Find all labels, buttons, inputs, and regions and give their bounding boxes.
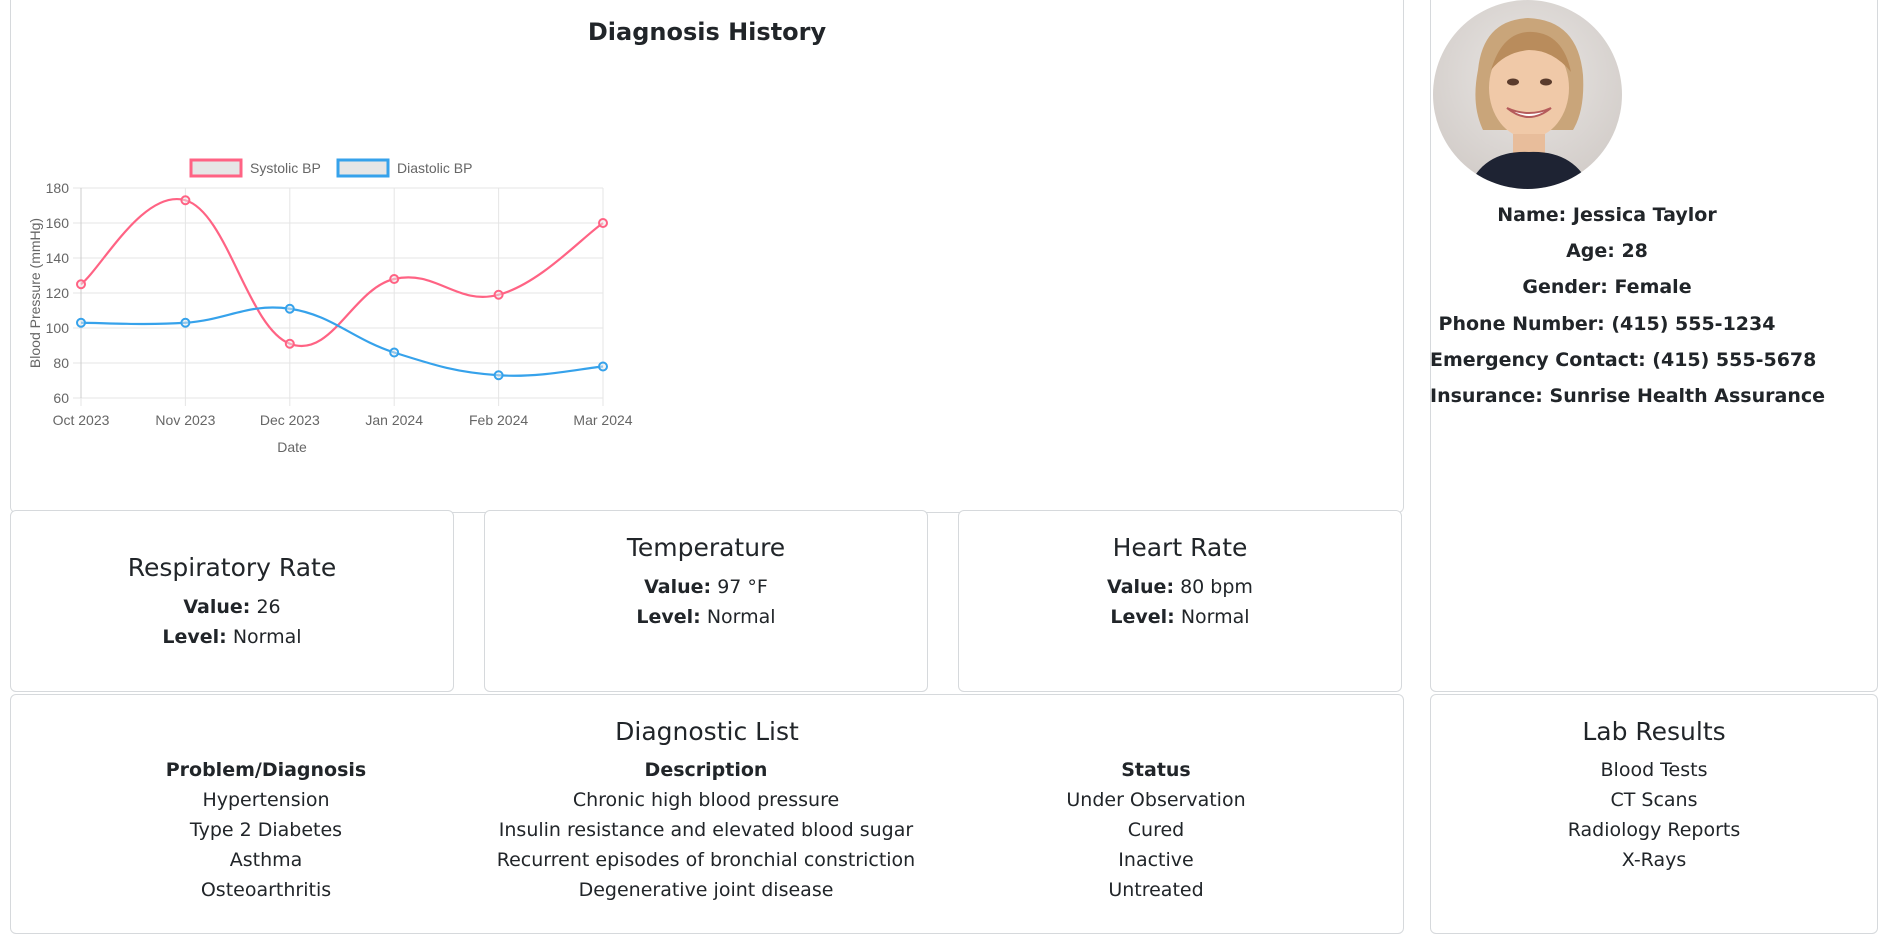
data-point [598, 218, 608, 228]
table-cell: Inactive [1118, 849, 1194, 871]
column-header: Status [1121, 759, 1191, 781]
vital-title: Heart Rate [1112, 533, 1248, 562]
vital-value-line: Value: 26 [11, 596, 453, 618]
legend-label: Systolic BP [250, 160, 321, 176]
vital-value-line: Value: 80 bpm [959, 576, 1401, 598]
vital-value: 80 bpm [1180, 576, 1253, 598]
lab-results-list: Blood Tests CT Scans Radiology Reports X… [1431, 755, 1877, 875]
patient-phone: Phone Number: (415) 555-1234 [1438, 313, 1776, 335]
legend-swatch [336, 158, 390, 178]
vital-card-respiratory-rate: Respiratory Rate Value: 26 Level: Normal [10, 510, 454, 692]
vital-level-line: Level: Normal [11, 626, 453, 648]
y-tick-label: 160 [46, 215, 70, 231]
x-tick-label: Dec 2023 [260, 412, 320, 428]
y-tick-label: 120 [46, 285, 70, 301]
patient-emergency-contact: Emergency Contact: (415) 555-5678 [1430, 349, 1817, 371]
table-cell: Cured [1127, 819, 1185, 841]
vital-level-label: Level: [162, 626, 227, 648]
blood-pressure-chart: 60 80 100 120 140 160 180 Oct 2023 Nov 2023 Dec 2… [27, 158, 633, 455]
column-header: Description [644, 759, 768, 781]
y-axis-label: Blood Pressure (mmHg) [27, 218, 43, 368]
y-tick-label: 60 [53, 390, 69, 406]
vital-title: Respiratory Rate [127, 553, 337, 582]
data-point [180, 317, 191, 328]
table-cell: Hypertension [202, 789, 330, 811]
vital-title: Temperature [626, 533, 786, 562]
table-cell: Type 2 Diabetes [189, 819, 343, 841]
data-point [284, 338, 295, 349]
data-point [76, 317, 86, 328]
data-point [389, 347, 400, 358]
table-cell: Osteoarthritis [200, 879, 332, 901]
column-header: Problem/Diagnosis [165, 759, 367, 781]
patient-name: Name: Jessica Taylor [1497, 204, 1717, 226]
vital-level-line: Level: Normal [485, 606, 927, 628]
table-cell: Under Observation [1066, 789, 1246, 811]
x-tick-label: Mar 2024 [573, 412, 632, 428]
table-cell: Recurrent episodes of bronchial constric… [496, 849, 916, 871]
vital-value: 97 °F [717, 576, 768, 598]
vital-value-label: Value: [183, 596, 251, 618]
table-cell: Asthma [229, 849, 303, 871]
data-point [76, 279, 86, 290]
data-point [598, 361, 608, 372]
vital-value: 26 [256, 596, 281, 618]
patient-avatar [1433, 0, 1622, 189]
y-tick-label: 180 [46, 180, 70, 196]
vital-level-label: Level: [1110, 606, 1175, 628]
vital-level: Normal [1180, 606, 1250, 628]
table-cell: Untreated [1108, 879, 1204, 901]
lab-results-card: Lab Results Blood Tests CT Scans Radiolo… [1430, 694, 1878, 934]
legend-swatch [189, 158, 243, 178]
x-tick-label: Feb 2024 [469, 412, 528, 428]
patient-gender: Gender: Female [1522, 276, 1692, 298]
vital-level-line: Level: Normal [959, 606, 1401, 628]
diagnostic-column-description: Description Chronic high blood pressure … [471, 755, 941, 905]
diagnosis-history-card: Diagnosis History 60 80 100 120 140 160 180 Oct… [10, 0, 1404, 513]
y-tick-label: 100 [46, 320, 70, 336]
data-point [493, 289, 504, 300]
patient-age: Age: 28 [1566, 240, 1648, 262]
vital-level-label: Level: [636, 606, 701, 628]
y-tick-label: 80 [53, 355, 69, 371]
lab-results-title: Lab Results [1582, 717, 1726, 746]
data-point [180, 195, 191, 206]
table-cell: Chronic high blood pressure [572, 789, 840, 811]
vital-value-line: Value: 97 °F [485, 576, 927, 598]
x-tick-label: Nov 2023 [155, 412, 215, 428]
vital-level: Normal [706, 606, 776, 628]
lab-result-item[interactable]: Radiology Reports [1431, 815, 1877, 845]
lab-result-item[interactable]: Blood Tests [1431, 755, 1877, 785]
diagnostic-column-status: Status Under Observation Cured Inactive … [1031, 755, 1281, 905]
diagnosis-history-title: Diagnosis History [587, 18, 827, 46]
lab-result-item[interactable]: CT Scans [1431, 785, 1877, 815]
series-line [80, 306, 604, 377]
diagnostic-column-problem: Problem/Diagnosis Hypertension Type 2 Di… [141, 755, 391, 905]
x-axis-label: Date [277, 439, 307, 455]
x-tick-label: Oct 2023 [53, 412, 110, 428]
vital-card-heart-rate: Heart Rate Value: 80 bpm Level: Normal [958, 510, 1402, 692]
data-point [284, 303, 295, 314]
patient-insurance: Insurance: Sunrise Health Assurance [1430, 385, 1826, 407]
data-point [493, 370, 504, 381]
vital-card-temperature: Temperature Value: 97 °F Level: Normal [484, 510, 928, 692]
data-point [389, 274, 400, 284]
diagnostic-list-title: Diagnostic List [615, 717, 799, 746]
table-cell: Degenerative joint disease [578, 879, 834, 901]
x-tick-label: Jan 2024 [365, 412, 423, 428]
legend-label: Diastolic BP [397, 160, 472, 176]
diagnostic-list-card: Diagnostic List Problem/Diagnosis Hypert… [10, 694, 1404, 934]
vital-level: Normal [232, 626, 302, 648]
vital-value-label: Value: [1107, 576, 1175, 598]
lab-result-item[interactable]: X-Rays [1431, 845, 1877, 875]
vital-value-label: Value: [644, 576, 712, 598]
table-cell: Insulin resistance and elevated blood su… [498, 819, 914, 841]
y-tick-label: 140 [46, 250, 70, 266]
